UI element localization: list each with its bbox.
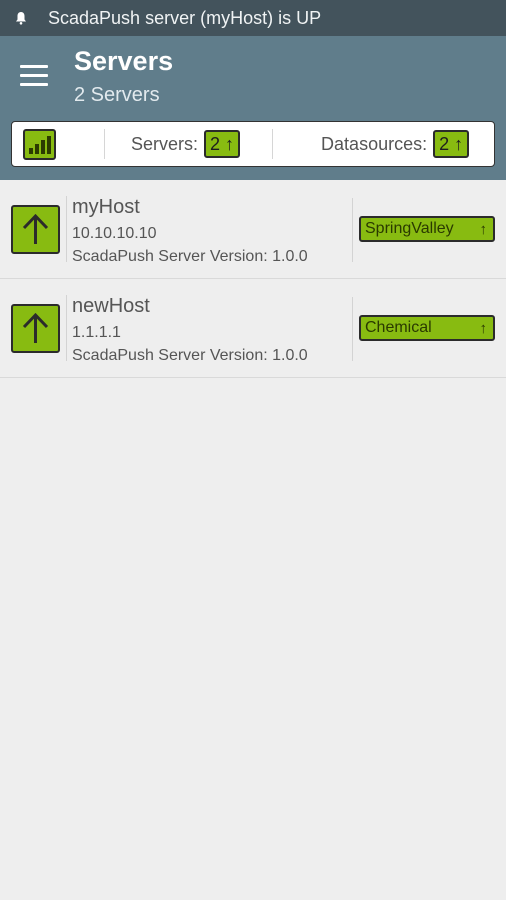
divider [352, 297, 353, 361]
server-hostname: newHost [72, 295, 150, 317]
server-row[interactable]: myHost 10.10.10.10 ScadaPush Server Vers… [0, 180, 506, 279]
arrow-up-icon [11, 205, 60, 254]
page-title: Servers [74, 46, 174, 76]
datasources-count-badge[interactable]: 2 ↑ [433, 130, 470, 158]
server-hostname: myHost [72, 196, 140, 218]
arrow-up-icon [11, 304, 60, 353]
server-row[interactable]: newHost 1.1.1.1 ScadaPush Server Version… [0, 279, 506, 378]
divider [272, 129, 274, 159]
datasources-label: Datasources: [321, 133, 428, 154]
server-version: ScadaPush Server Version: 1.0.0 [72, 248, 308, 265]
server-ip: 10.10.10.10 [72, 225, 157, 242]
datasource-chip[interactable]: Chemical ↑ [359, 315, 495, 341]
datasource-name: SpringValley [365, 220, 454, 237]
summary-bar: Servers: 2 ↑ Datasources: 2 ↑ [11, 121, 495, 167]
datasource-name: Chemical [365, 319, 432, 336]
hamburger-menu-icon[interactable] [20, 65, 48, 87]
divider [352, 198, 353, 262]
arrow-up-icon: ↑ [479, 319, 488, 337]
server-version: ScadaPush Server Version: 1.0.0 [72, 347, 308, 364]
signal-strength-icon[interactable] [23, 128, 56, 160]
divider [104, 129, 105, 159]
app-bar: Servers 2 Servers Servers: 2 ↑ Datasourc… [0, 36, 506, 180]
servers-count-badge[interactable]: 2 ↑ [204, 130, 241, 158]
servers-summary: Servers: 2 ↑ [131, 130, 241, 158]
divider [66, 295, 67, 361]
divider [66, 196, 67, 262]
status-bar: ScadaPush server (myHost) is UP [0, 0, 506, 36]
bell-icon [14, 11, 28, 25]
notification-text: ScadaPush server (myHost) is UP [48, 7, 322, 28]
page-subtitle: 2 Servers [74, 84, 160, 106]
server-ip: 1.1.1.1 [72, 324, 121, 341]
server-list: myHost 10.10.10.10 ScadaPush Server Vers… [0, 180, 506, 378]
datasources-summary: Datasources: 2 ↑ [321, 130, 470, 158]
arrow-up-icon: ↑ [479, 220, 488, 238]
datasource-chip[interactable]: SpringValley ↑ [359, 216, 495, 242]
servers-label: Servers: [131, 133, 199, 154]
